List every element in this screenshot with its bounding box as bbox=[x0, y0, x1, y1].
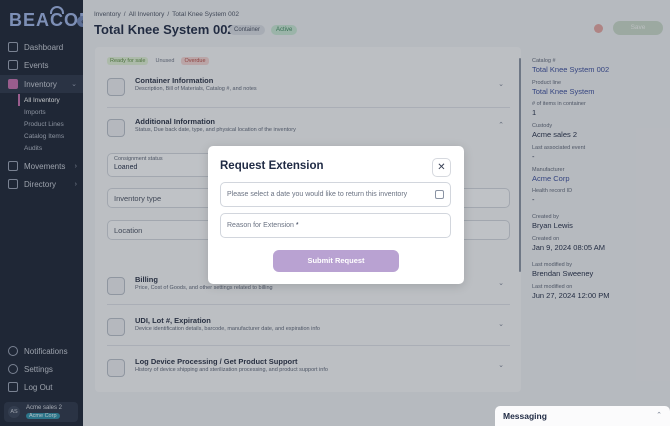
request-extension-dialog: Request Extension ✕ Please select a date… bbox=[208, 146, 464, 284]
messaging-title: Messaging bbox=[503, 411, 547, 421]
reason-placeholder-text: Reason for Extension bbox=[227, 222, 294, 229]
calendar-icon[interactable] bbox=[435, 190, 444, 199]
return-date-picker[interactable]: Please select a date you would like to r… bbox=[220, 182, 451, 207]
submit-request-button[interactable]: Submit Request bbox=[273, 250, 399, 272]
date-placeholder: Please select a date you would like to r… bbox=[227, 191, 408, 198]
chevron-up-icon: ⌃ bbox=[656, 412, 662, 419]
close-button[interactable]: ✕ bbox=[432, 158, 451, 177]
reason-input[interactable]: Reason for Extension * bbox=[220, 213, 451, 238]
required-mark: * bbox=[295, 222, 299, 229]
dialog-title: Request Extension bbox=[220, 160, 324, 172]
messaging-panel[interactable]: Messaging ⌃ bbox=[495, 406, 670, 426]
reason-placeholder: Reason for Extension * bbox=[227, 222, 299, 229]
